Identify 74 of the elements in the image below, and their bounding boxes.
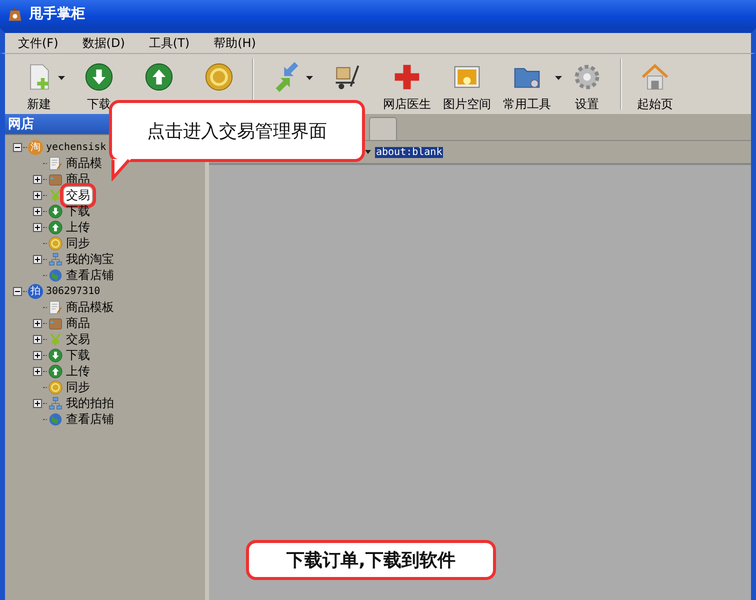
globe-icon [48,412,63,426]
expand-toggle[interactable] [33,398,42,408]
callout-tail [111,159,133,181]
box-icon [48,316,63,330]
toolbar-button[interactable]: 常用工具 [503,62,551,113]
tree-item[interactable]: 同步 [64,378,92,396]
document-icon [48,300,63,314]
tree-item[interactable]: 我的淘宝 [64,250,116,268]
app-logo-icon [6,5,24,23]
callout-tooltip: 点击进入交易管理界面 [109,100,365,162]
tree-item[interactable]: yechensisk [44,142,108,152]
settings-icon [572,62,602,92]
toolbar-button[interactable] [144,62,174,92]
tree-item[interactable]: 查看店铺 [64,266,116,284]
toolbar-button[interactable]: 网店医生 [383,62,431,113]
tree-item[interactable]: 306297310 [44,286,102,296]
download-icon [84,62,114,92]
expand-toggle[interactable] [33,174,42,184]
cross-icon [392,62,422,92]
download-icon [48,348,63,362]
tree-item[interactable]: 交易 [64,186,92,204]
tree-item[interactable]: 下载 [64,346,92,364]
expand-toggle[interactable] [33,254,42,264]
menu-item[interactable]: 工具(T) [148,34,191,52]
globe-icon [48,268,63,282]
menu-item[interactable]: 文件(F) [17,34,60,52]
tree-item[interactable]: 商品 [64,314,92,332]
toolbar-button[interactable]: 新建 [24,62,54,113]
toolbar-button[interactable]: 设置 [572,62,602,113]
upload-icon [48,220,63,234]
tree-item[interactable]: 上传 [64,218,92,236]
yen-icon [48,332,63,346]
tree-item[interactable]: 商品模板 [64,298,116,316]
menu-item[interactable]: 帮助(H) [212,34,257,52]
tree-item[interactable]: 交易 [64,330,92,348]
expand-toggle[interactable] [33,334,42,344]
sync-icon [204,62,234,92]
collapse-toggle[interactable] [13,142,22,152]
home-icon [640,62,670,92]
tree-item[interactable]: 商品模 [64,154,104,172]
toolbar-button[interactable]: 图片空间 [443,62,491,113]
toolbar-button[interactable]: 起始页 [637,62,673,113]
tree-item[interactable]: 我的拍拍 [64,394,116,412]
upload-icon [48,364,63,378]
network-icon [48,252,63,266]
upload-icon [144,62,174,92]
tree-item[interactable]: 查看店铺 [64,410,116,428]
dropdown-caret-icon[interactable] [306,76,313,80]
account-badge: 拍 [28,284,43,298]
expand-toggle[interactable] [33,206,42,216]
dropdown-caret-icon[interactable] [555,76,562,80]
expand-toggle[interactable] [33,222,42,232]
menu-item[interactable]: 数据(D) [81,34,126,52]
callout-tooltip: 下载订单,下载到软件 [246,540,496,580]
expand-toggle[interactable] [33,318,42,328]
dropdown-caret-icon[interactable] [58,76,65,80]
tree-item[interactable]: 同步 [64,234,92,252]
expand-toggle[interactable] [33,190,42,200]
tree-item[interactable]: 上传 [64,362,92,380]
account-badge: 淘 [28,140,43,154]
sync-icon [48,380,63,394]
box-icon [48,172,63,186]
expand-toggle[interactable] [33,366,42,376]
window-title: 甩手掌柜 [29,5,85,23]
network-icon [48,396,63,410]
tree-item[interactable]: 下载 [64,202,92,220]
expand-toggle[interactable] [33,350,42,360]
sync-icon [48,236,63,250]
download-icon [48,204,63,218]
document-icon [48,156,63,170]
dropdown-caret-icon[interactable] [365,150,371,154]
yen-icon [48,188,63,202]
address-field[interactable]: about:blank [375,146,444,158]
collapse-toggle[interactable] [13,286,22,296]
